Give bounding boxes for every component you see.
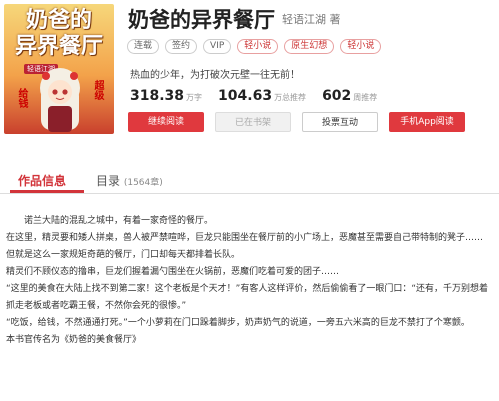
tag[interactable]: 轻小说 <box>340 39 382 54</box>
cover-illustration <box>40 68 80 132</box>
book-stats: 318.38 万字 104.63 万总推荐 602 周推荐 <box>130 85 377 104</box>
tag[interactable]: 轻小说 <box>237 39 279 54</box>
in-bookshelf-button[interactable]: 已在书架 <box>215 112 291 132</box>
book-description: 诺兰大陆的混乱之城中，有着一家奇怪的餐厅。 在这里，精灵要和矮人拼桌，兽人被严禁… <box>6 213 494 349</box>
tab-book-info[interactable]: 作品信息 <box>18 172 66 189</box>
cover-title: 奶爸的 异界餐厅 <box>14 8 103 59</box>
chapter-count: (1564章) <box>123 178 163 188</box>
description-paragraph: 本书官传名为《奶爸的美食餐厅》 <box>6 335 142 345</box>
book-cover[interactable]: 奶爸的 异界餐厅 轻语江湖 给钱 超级 <box>4 4 114 134</box>
tag-list: 连载 签约 VIP 轻小说 原生幻想 轻小说 <box>127 39 382 54</box>
tab-catalog[interactable]: 目录 (1564章) <box>96 172 163 189</box>
continue-reading-button[interactable]: 继续阅读 <box>128 112 204 132</box>
tab-catalog-label: 目录 <box>96 174 121 188</box>
cover-side-text-left: 给钱 <box>16 88 27 108</box>
description-paragraph: “吃饭，给钱，不然通通打死。”一个小萝莉在门口跺着脚步，奶声奶气的说道，一旁五六… <box>6 318 470 328</box>
description-paragraph: 但就是这么一家规矩奇葩的餐厅，门口却每天都排着长队。 <box>6 250 241 260</box>
cover-side-text-right: 超级 <box>92 80 103 100</box>
tag[interactable]: 连载 <box>127 39 160 54</box>
vote-button[interactable]: 投票互动 <box>302 112 378 132</box>
book-author[interactable]: 轻语江湖 著 <box>282 11 341 27</box>
active-tab-underline <box>10 190 84 193</box>
tag[interactable]: 签约 <box>165 39 198 54</box>
mobile-app-read-button[interactable]: 手机App阅读 <box>389 112 465 132</box>
action-buttons: 继续阅读 已在书架 投票互动 手机App阅读 <box>128 112 465 132</box>
tag[interactable]: 原生幻想 <box>284 39 335 54</box>
word-count-stat: 318.38 万字 <box>130 88 203 104</box>
description-paragraph: “这里的美食在大陆上找不到第二家！这个老板是个天才！”有客人这样评价，然后偷偷看… <box>6 284 488 311</box>
book-intro: 热血的少年，为打破次元壁一往无前！ <box>130 70 300 81</box>
tag[interactable]: VIP <box>203 39 232 54</box>
description-paragraph: 诺兰大陆的混乱之城中，有着一家奇怪的餐厅。 <box>24 216 214 226</box>
description-paragraph: 精灵们不顾仪态的撸串，巨龙们握着漏勺围坐在火锅前，恶魔们吃着可爱的团子…… <box>6 267 340 277</box>
weekly-recommend-stat: 602 周推荐 <box>322 88 378 104</box>
book-title: 奶爸的异界餐厅 <box>128 8 275 32</box>
total-recommend-stat: 104.63 万总推荐 <box>218 88 307 104</box>
description-paragraph: 在这里，精灵要和矮人拼桌，兽人被严禁喧哗，巨龙只能围坐在餐厅前的小广场上，恶魔甚… <box>6 233 484 243</box>
